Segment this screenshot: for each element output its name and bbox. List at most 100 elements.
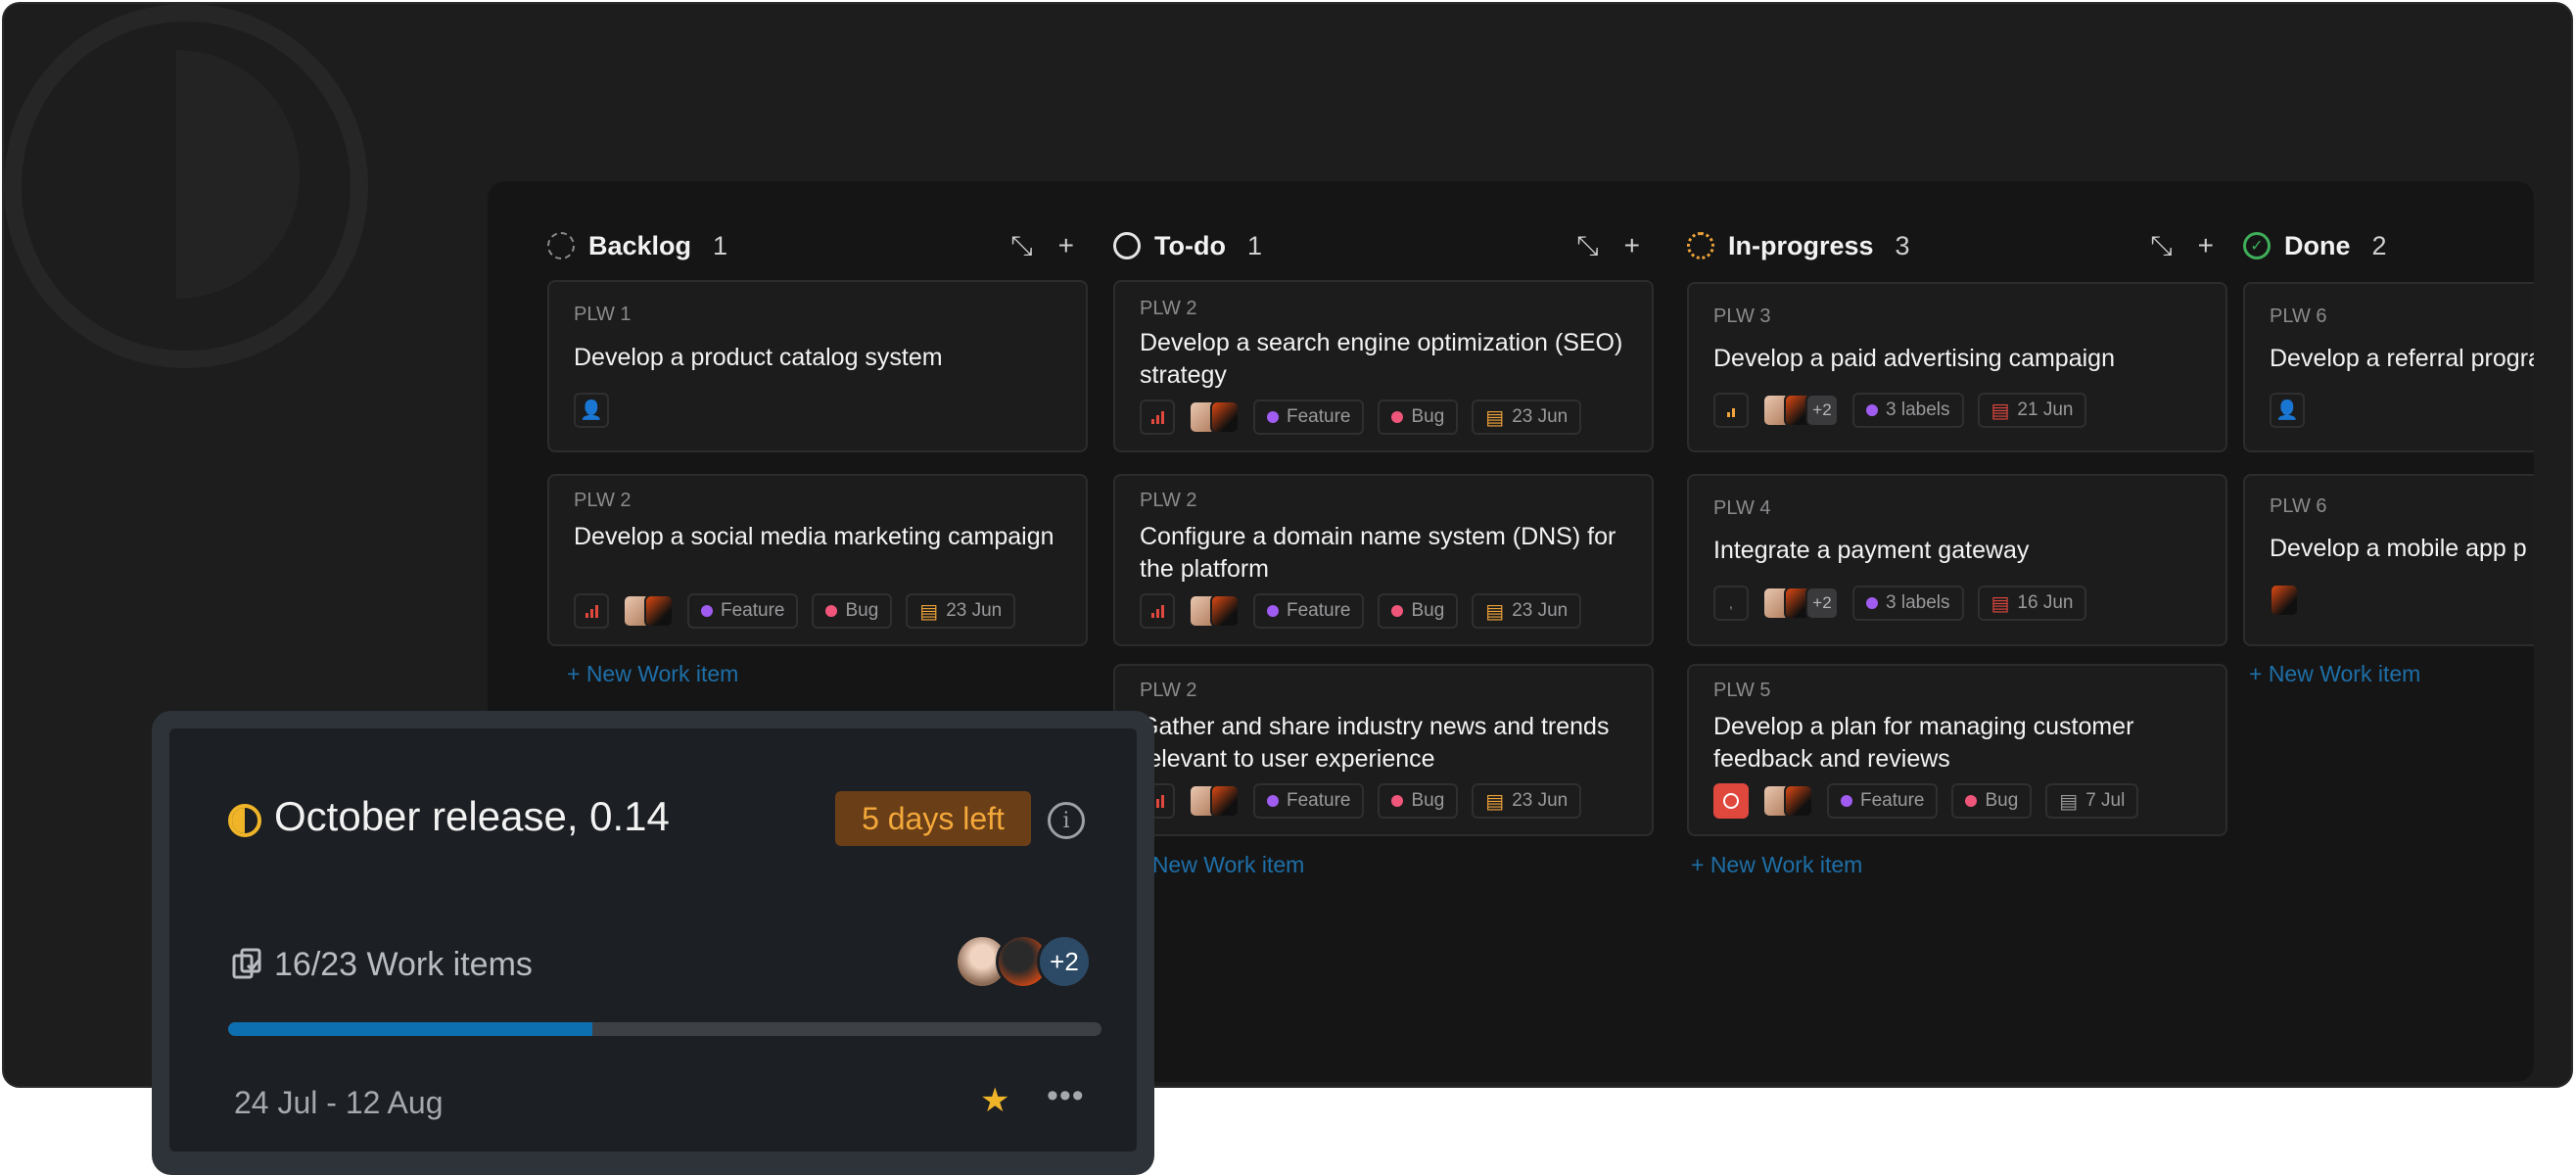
add-icon[interactable]: +: [1624, 228, 1640, 263]
more-options-icon[interactable]: •••: [1047, 1077, 1085, 1115]
column-count: 1: [713, 230, 728, 260]
add-icon[interactable]: +: [1058, 228, 1074, 263]
work-item-card[interactable]: PLW 2 Gather and share industry news and…: [1113, 664, 1654, 836]
column-count: 3: [1895, 230, 1910, 260]
info-icon[interactable]: i: [1048, 802, 1085, 839]
due-date[interactable]: ▤ 23 Jun: [1472, 400, 1582, 435]
add-icon[interactable]: +: [2198, 228, 2214, 263]
cycle-date-range: 24 Jul - 12 Aug: [234, 1085, 444, 1120]
column-header: ✓ Done 2: [2243, 224, 2534, 267]
collapse-icon[interactable]: ⤡: [2150, 228, 2172, 263]
backlog-state-icon: [547, 232, 575, 259]
progress-bar: [228, 1022, 1101, 1036]
labels-count[interactable]: 3 labels: [1852, 586, 1964, 621]
work-item-card[interactable]: PLW 2 Develop a search engine optimizati…: [1113, 280, 1654, 452]
work-item-title: Develop a referral program: [2270, 345, 2534, 372]
assignee-avatars[interactable]: [2270, 584, 2299, 617]
assignee-placeholder-icon[interactable]: 👤: [574, 393, 609, 428]
due-date[interactable]: ▤ 21 Jun: [1977, 393, 2087, 428]
work-item-card[interactable]: PLW 6 Develop a referral program 👤: [2243, 282, 2534, 452]
priority-none-icon[interactable]: ,: [1713, 586, 1749, 621]
work-item-card[interactable]: PLW 1 Develop a product catalog system 👤: [547, 280, 1088, 452]
label-feature[interactable]: Feature: [1827, 783, 1939, 819]
work-item-card[interactable]: PLW 2 Develop a social media marketing c…: [547, 474, 1088, 646]
due-date[interactable]: ▤ 23 Jun: [1472, 783, 1582, 819]
work-item-id: PLW 2: [574, 490, 632, 511]
new-work-item-button[interactable]: + New Work item: [1691, 852, 1862, 878]
due-date[interactable]: ▤ 16 Jun: [1977, 586, 2087, 621]
label-bug[interactable]: Bug: [1378, 593, 1459, 629]
work-item-title: Configure a domain name system (DNS) for…: [1140, 523, 1616, 583]
work-item-title: Develop a product catalog system: [574, 344, 943, 371]
label-feature[interactable]: Feature: [1253, 400, 1365, 435]
column-todo: To-do 1 ⤡ + PLW 2 Develop a search engin…: [1113, 181, 1656, 1082]
days-left-badge: 5 days left: [835, 791, 1031, 846]
collapse-icon[interactable]: ⤡: [1010, 228, 1032, 263]
work-items-icon: [232, 948, 261, 979]
work-item-card[interactable]: PLW 6 Develop a mobile app p: [2243, 474, 2534, 646]
assignee-avatars[interactable]: +2: [1762, 394, 1839, 427]
work-item-id: PLW 1: [574, 304, 632, 325]
assignee-avatars[interactable]: [1762, 784, 1813, 818]
work-item-card[interactable]: PLW 3 Develop a paid advertising campaig…: [1687, 282, 2227, 452]
priority-urgent-icon[interactable]: [1140, 400, 1175, 435]
work-item-card[interactable]: PLW 2 Configure a domain name system (DN…: [1113, 474, 1654, 646]
assignee-avatars[interactable]: +2: [1762, 587, 1839, 620]
column-count: 1: [1246, 230, 1262, 260]
column-in-progress: In-progress 3 ⤡ + PLW 3 Develop a paid a…: [1687, 181, 2229, 1082]
priority-urgent-icon[interactable]: [574, 593, 609, 629]
new-work-item-button[interactable]: + New Work item: [567, 661, 738, 687]
avatar-more-count: +2: [1037, 934, 1092, 989]
label-bug[interactable]: Bug: [1951, 783, 2033, 819]
priority-urgent-icon[interactable]: [1140, 593, 1175, 629]
work-item-title: Develop a search engine optimization (SE…: [1140, 329, 1623, 389]
work-item-title: Develop a paid advertising campaign: [1713, 345, 2115, 372]
due-date[interactable]: ▤ 23 Jun: [1472, 593, 1582, 629]
cycle-members[interactable]: +2: [955, 934, 1092, 989]
cycle-card[interactable]: October release, 0.14 5 days left i 16/2…: [152, 711, 1154, 1175]
work-items-count: 16/23 Work items: [274, 946, 533, 983]
work-item-title: Gather and share industry news and trend…: [1140, 713, 1610, 773]
column-title: In-progress: [1728, 230, 1874, 260]
assignee-avatars[interactable]: [1189, 594, 1240, 628]
label-bug[interactable]: Bug: [1378, 400, 1459, 435]
priority-urgent-alert-icon[interactable]: [1713, 783, 1749, 819]
collapse-icon[interactable]: ⤡: [1576, 228, 1598, 263]
priority-medium-icon[interactable]: [1713, 393, 1749, 428]
cycle-progress-icon: [228, 804, 261, 837]
label-bug[interactable]: Bug: [812, 593, 893, 629]
new-work-item-button[interactable]: + New Work item: [2249, 661, 2420, 687]
work-item-id: PLW 2: [1140, 298, 1197, 319]
label-feature[interactable]: Feature: [1253, 783, 1365, 819]
column-header: To-do 1 ⤡ +: [1113, 224, 1656, 267]
label-feature[interactable]: Feature: [1253, 593, 1365, 629]
star-icon[interactable]: ★: [980, 1081, 1009, 1120]
due-date[interactable]: ▤ 23 Jun: [906, 593, 1016, 629]
assignee-avatars[interactable]: [1189, 400, 1240, 434]
assignee-avatars[interactable]: [1189, 784, 1240, 818]
calendar-icon: ▤: [1991, 400, 2010, 422]
cycle-title: October release, 0.14: [274, 793, 670, 839]
label-feature[interactable]: Feature: [687, 593, 799, 629]
work-item-id: PLW 6: [2270, 306, 2327, 327]
calendar-icon: ▤: [1991, 592, 2010, 615]
cycle-card-body: October release, 0.14 5 days left i 16/2…: [169, 728, 1137, 1152]
work-item-title: Develop a mobile app p: [2270, 535, 2527, 562]
assignee-placeholder-icon[interactable]: 👤: [2270, 393, 2305, 428]
calendar-icon: ▤: [1485, 790, 1505, 813]
label-bug[interactable]: Bug: [1378, 783, 1459, 819]
labels-count[interactable]: 3 labels: [1852, 393, 1964, 428]
calendar-icon: ▤: [919, 600, 939, 623]
calendar-icon: ▤: [1485, 600, 1505, 623]
work-item-title: Develop a plan for managing customer fee…: [1713, 713, 2134, 773]
due-date[interactable]: ▤ 7 Jul: [2045, 783, 2139, 819]
work-item-id: PLW 5: [1713, 680, 1771, 701]
in-progress-state-icon: [1687, 232, 1714, 259]
new-work-item-button[interactable]: + New Work item: [1133, 852, 1304, 878]
column-count: 2: [2371, 230, 2387, 260]
work-item-title: Integrate a payment gateway: [1713, 537, 2030, 564]
work-item-card[interactable]: PLW 5 Develop a plan for managing custom…: [1687, 664, 2227, 836]
column-header: Backlog 1 ⤡ +: [547, 224, 1090, 267]
work-item-card[interactable]: PLW 4 Integrate a payment gateway , +2 3…: [1687, 474, 2227, 646]
assignee-avatars[interactable]: [623, 594, 674, 628]
